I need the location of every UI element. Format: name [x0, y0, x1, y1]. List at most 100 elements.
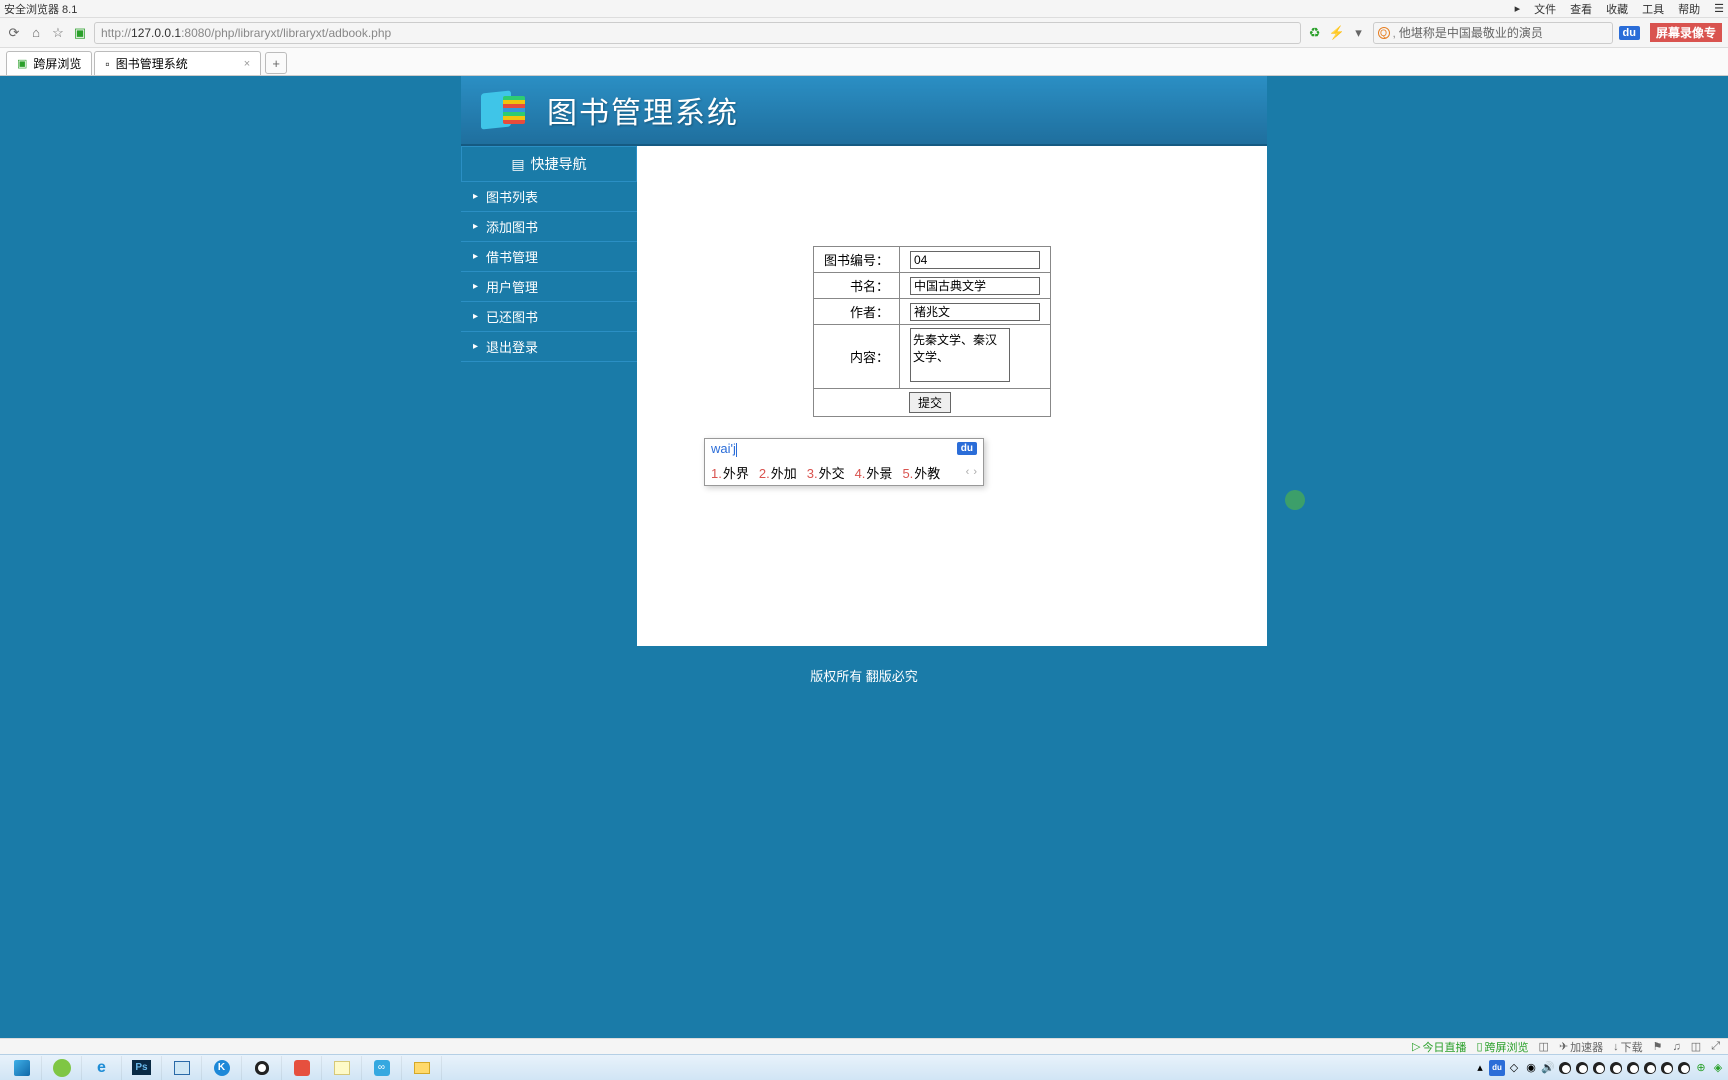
sidebar-header: ▤ 快捷导航 — [461, 146, 637, 182]
phone-icon: ▯ — [1476, 1040, 1482, 1053]
tray-alarm-icon[interactable]: ◉ — [1523, 1060, 1539, 1076]
ime-typed-text: wai'j — [711, 441, 957, 457]
list-icon: ▤ — [511, 156, 524, 173]
sidebar-item-borrow[interactable]: 借书管理 — [461, 242, 637, 272]
tray-qq6[interactable] — [1642, 1060, 1658, 1076]
submit-button[interactable]: 提交 — [909, 392, 951, 413]
book-id-label: 图书编号： — [813, 247, 899, 273]
tray-up-icon[interactable]: ▴ — [1472, 1060, 1488, 1076]
taskbar-monitor[interactable] — [162, 1056, 202, 1080]
url-path: /php/libraryxt/libraryxt/adbook.php — [211, 26, 391, 40]
book-name-input[interactable] — [910, 277, 1040, 295]
sidebar-item-users[interactable]: 用户管理 — [461, 272, 637, 302]
url-input[interactable]: http://127.0.0.1:8080/php/libraryxt/libr… — [94, 22, 1301, 44]
sidebar-item-returned[interactable]: 已还图书 — [461, 302, 637, 332]
home-icon[interactable]: ⌂ — [28, 25, 44, 41]
eco-icon[interactable]: ♻ — [1307, 25, 1323, 41]
du-badge[interactable]: du — [1619, 26, 1640, 40]
taskbar-red[interactable] — [282, 1056, 322, 1080]
menu-fav[interactable]: 收藏 — [1606, 1, 1628, 17]
author-input[interactable] — [910, 303, 1040, 321]
tray-sq-icon[interactable]: ◇ — [1506, 1060, 1522, 1076]
close-icon[interactable]: × — [244, 58, 250, 70]
status-flag-icon[interactable]: ⚑ — [1653, 1040, 1663, 1053]
sidebar-item-booklist[interactable]: 图书列表 — [461, 182, 637, 212]
download-icon: ↓ — [1613, 1041, 1619, 1053]
ime-candidate-4[interactable]: 4.外景 — [855, 463, 893, 482]
app-title: 图书管理系统 — [547, 88, 739, 132]
status-accel[interactable]: ✈加速器 — [1559, 1039, 1603, 1055]
search-provider-icon: Q — [1378, 27, 1390, 39]
content-area: 图书编号： 书名： 作者： 内容： 先秦文学、秦汉文学、 — [637, 146, 1267, 646]
app-header: 图书管理系统 — [461, 76, 1267, 146]
status-live[interactable]: ▷今日直播 — [1412, 1039, 1466, 1055]
tab-crossscreen[interactable]: ▣ 跨屏浏览 — [6, 51, 92, 75]
status-zoom-icon[interactable]: ⤢ — [1711, 1040, 1720, 1053]
taskbar-ps[interactable]: Ps — [122, 1056, 162, 1080]
menu-ham-icon[interactable]: ☰ — [1714, 2, 1724, 15]
tray-du-icon[interactable]: du — [1489, 1060, 1505, 1076]
taskbar-note[interactable] — [322, 1056, 362, 1080]
taskbar-start[interactable] — [2, 1056, 42, 1080]
tray-qq3[interactable] — [1591, 1060, 1607, 1076]
bolt-icon[interactable]: ⚡ — [1329, 25, 1345, 41]
tab-icon: ▣ — [17, 57, 27, 70]
ime-next-icon[interactable]: › — [973, 466, 977, 478]
tab-add-button[interactable]: + — [265, 52, 287, 74]
tray-shield-icon[interactable]: ◈ — [1710, 1060, 1726, 1076]
reload-icon[interactable]: ⟳ — [6, 25, 22, 41]
dropdown-icon[interactable]: ▾ — [1351, 25, 1367, 41]
sidebar: ▤ 快捷导航 图书列表 添加图书 借书管理 用户管理 已还图书 退出登录 — [461, 146, 637, 646]
status-mute-icon[interactable]: ♫ — [1673, 1041, 1681, 1053]
ime-candidate-1[interactable]: 1.外界 — [711, 463, 749, 482]
status-dual-icon[interactable]: ◫ — [1691, 1040, 1701, 1053]
content-textarea[interactable]: 先秦文学、秦汉文学、 — [910, 328, 1010, 382]
address-bar: ⟳ ⌂ ☆ ▣ http://127.0.0.1:8080/php/librar… — [0, 18, 1728, 48]
menu-tools[interactable]: 工具 — [1642, 1, 1664, 17]
screen-record-badge[interactable]: 屏幕录像专 — [1650, 23, 1722, 42]
book-name-label: 书名： — [813, 273, 899, 299]
taskbar-ie[interactable]: e — [82, 1056, 122, 1080]
menu-view[interactable]: 查看 — [1570, 1, 1592, 17]
ime-candidate-5[interactable]: 5.外教 — [902, 463, 940, 482]
star-icon[interactable]: ☆ — [50, 25, 66, 41]
ime-candidates: 1.外界 2.外加 3.外交 4.外景 5.外教 ‹› — [705, 459, 983, 485]
windows-taskbar: e Ps K ∞ ▴ du ◇ ◉ 🔊 ⊕ ◈ — [0, 1054, 1728, 1080]
book-id-input[interactable] — [910, 251, 1040, 269]
ime-du-badge: du — [957, 442, 977, 455]
taskbar-qq[interactable] — [242, 1056, 282, 1080]
menu-help[interactable]: 帮助 — [1678, 1, 1700, 17]
tray-vol-icon[interactable]: 🔊 — [1540, 1060, 1556, 1076]
status-cross[interactable]: ▯跨屏浏览 — [1476, 1039, 1528, 1055]
tray-qq5[interactable] — [1625, 1060, 1641, 1076]
taskbar-360[interactable] — [42, 1056, 82, 1080]
url-host: 127.0.0.1 — [131, 26, 181, 40]
search-placeholder: 他堪称是中国最敬业的演员 — [1399, 24, 1543, 41]
menu-file[interactable]: 文件 — [1534, 1, 1556, 17]
ime-candidate-2[interactable]: 2.外加 — [759, 463, 797, 482]
add-book-form: 图书编号： 书名： 作者： 内容： 先秦文学、秦汉文学、 — [813, 246, 1051, 417]
rocket-icon: ✈ — [1559, 1040, 1568, 1053]
tray-qq2[interactable] — [1574, 1060, 1590, 1076]
status-download[interactable]: ↓下载 — [1613, 1039, 1643, 1055]
taskbar-yun[interactable]: ∞ — [362, 1056, 402, 1080]
menu-caret[interactable]: ▸ — [1515, 2, 1521, 15]
taskbar-explorer[interactable] — [402, 1056, 442, 1080]
ime-prev-icon[interactable]: ‹ — [966, 466, 970, 478]
url-port: :8080 — [181, 26, 211, 40]
status-ext-icon[interactable]: ◫ — [1539, 1040, 1549, 1053]
tray-qq8[interactable] — [1676, 1060, 1692, 1076]
play-icon: ▷ — [1412, 1040, 1420, 1053]
tray-qq1[interactable] — [1557, 1060, 1573, 1076]
ime-candidate-3[interactable]: 3.外交 — [807, 463, 845, 482]
sidebar-item-logout[interactable]: 退出登录 — [461, 332, 637, 362]
taskbar-kugou[interactable]: K — [202, 1056, 242, 1080]
tray-qq4[interactable] — [1608, 1060, 1624, 1076]
tab-library[interactable]: ▫ 图书管理系统 × — [94, 51, 261, 75]
tray-qq7[interactable] — [1659, 1060, 1675, 1076]
tray-net-icon[interactable]: ⊕ — [1693, 1060, 1709, 1076]
search-input[interactable]: Q , 他堪称是中国最敬业的演员 — [1373, 22, 1613, 44]
tab-bar: ▣ 跨屏浏览 ▫ 图书管理系统 × + — [0, 48, 1728, 76]
sidebar-item-addbook[interactable]: 添加图书 — [461, 212, 637, 242]
tab-label: 图书管理系统 — [116, 55, 188, 72]
